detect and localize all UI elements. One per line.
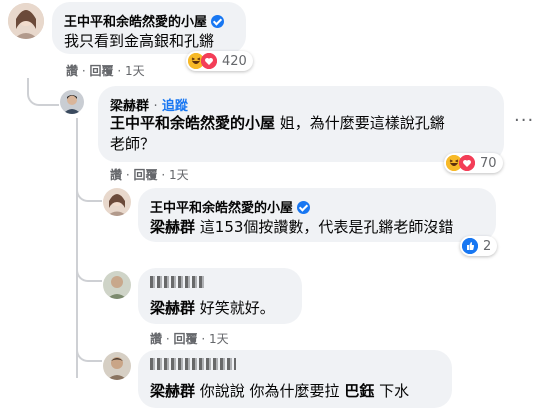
comment-bubble: 梁赫群 好笑就好。 [138, 268, 302, 324]
timestamp[interactable]: 1天 [125, 64, 145, 78]
avatar[interactable] [103, 188, 131, 216]
avatar[interactable] [103, 352, 131, 380]
avatar[interactable] [8, 3, 44, 39]
tagged-user-link[interactable]: 梁赫群 [150, 218, 195, 236]
comment-actions: 讚 · 回覆 · 1天 [150, 332, 229, 346]
tagged-user-link[interactable]: 梁赫群 [150, 382, 195, 400]
comment-actions: 讚 · 回覆 · 1天 [66, 64, 145, 78]
timestamp[interactable]: 1天 [209, 332, 229, 346]
reaction-summary[interactable]: 70 [444, 153, 503, 173]
thread-connector-2 [76, 186, 102, 202]
reply-link[interactable]: 回覆 [174, 332, 198, 346]
comment-bubble: 王中平和余皓然愛的小屋 我只看到金高銀和孔鏘 [52, 2, 246, 54]
reaction-count: 2 [483, 238, 492, 254]
reaction-count: 420 [222, 53, 247, 69]
reaction-summary[interactable]: 420 [186, 51, 253, 71]
comment-text-end: 下水 [374, 382, 410, 400]
reply-link[interactable]: 回覆 [90, 64, 114, 78]
timestamp[interactable]: 1天 [169, 168, 189, 182]
like-link[interactable]: 讚 [110, 168, 122, 182]
thread-line-reply [76, 118, 78, 378]
comment-text: 你說說 你為什麼要拉 [195, 382, 345, 400]
like-reaction-icon [462, 238, 478, 254]
comment-text-line2: 老師？ [110, 135, 156, 153]
thread-connector-4 [76, 346, 102, 362]
blurred-author-name [150, 358, 236, 370]
comment-text: 這153個按讚數，代表是孔鏘老師沒錯 [195, 218, 454, 236]
tagged-user-link[interactable]: 梁赫群 [150, 299, 195, 317]
love-reaction-icon [459, 155, 475, 171]
reply-link[interactable]: 回覆 [134, 168, 158, 182]
verified-badge-icon [211, 15, 225, 28]
thread-connector-1 [27, 78, 59, 106]
like-link[interactable]: 讚 [150, 332, 162, 346]
tagged-user-link[interactable]: 王中平和余皓然愛的小屋 [110, 114, 275, 132]
tagged-user-link[interactable]: 巴鈺 [344, 382, 374, 400]
thread-connector-3 [76, 266, 102, 282]
blurred-author-name [150, 276, 204, 288]
comment-text: 好笑就好。 [195, 299, 275, 317]
reaction-summary[interactable]: 2 [460, 236, 498, 256]
reaction-count: 70 [480, 155, 497, 171]
avatar[interactable] [60, 90, 84, 114]
verified-badge-icon [297, 201, 311, 214]
comment-bubble: 梁赫群 你說說 你為什麼要拉 巴鈺 下水 [138, 350, 452, 408]
comment-bubble: 梁赫群 · 追蹤 王中平和余皓然愛的小屋 姐，為什麼要這樣說孔鏘 老師？ [98, 86, 504, 162]
comment-text: 我只看到金高銀和孔鏘 [64, 32, 215, 50]
love-reaction-icon [201, 53, 217, 69]
comment-actions: 讚 · 回覆 · 1天 [110, 168, 189, 182]
comment-bubble: 王中平和余皓然愛的小屋 梁赫群 這153個按讚數，代表是孔鏘老師沒錯 [138, 188, 496, 242]
avatar[interactable] [103, 271, 131, 299]
comment-author[interactable]: 王中平和余皓然愛的小屋 [64, 15, 207, 30]
comment-text: 姐，為什麼要這樣說孔鏘 [275, 114, 445, 132]
comment-author[interactable]: 王中平和余皓然愛的小屋 [150, 201, 293, 216]
more-horizontal-icon[interactable]: ··· [514, 110, 534, 131]
like-link[interactable]: 讚 [66, 64, 78, 78]
